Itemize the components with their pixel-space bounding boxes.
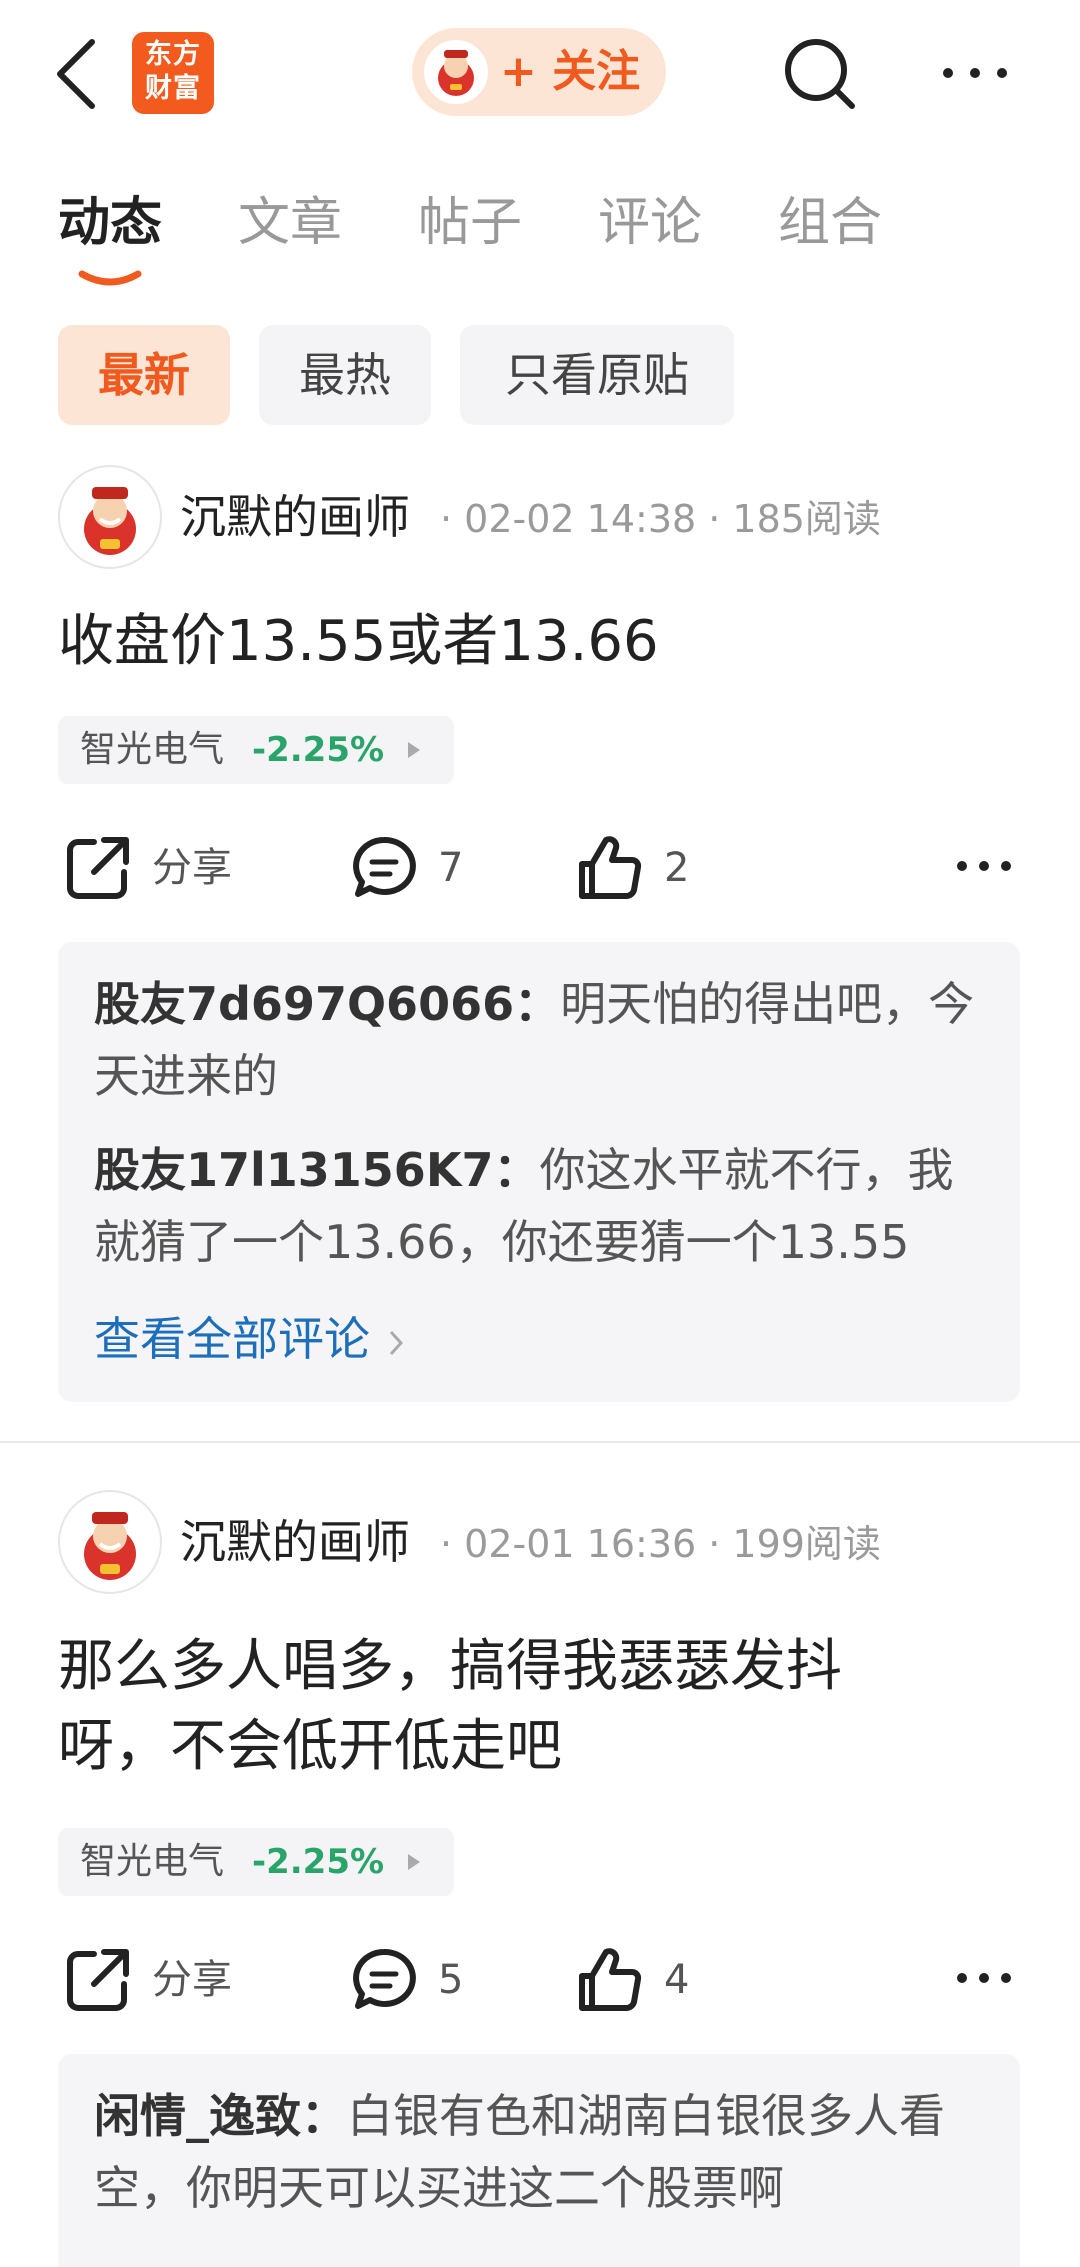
comment-count: 7 (438, 845, 464, 891)
filter-hot[interactable]: 最热 (259, 325, 431, 425)
app-logo: 东方 财富 (132, 32, 214, 114)
post-meta: · 02-01 16:36 · 199阅读 (440, 1522, 881, 1566)
post-text[interactable]: 收盘价13.55或者13.66 (58, 602, 1008, 682)
logo-text-line2: 财富 (145, 73, 201, 104)
comment-separator: ： (493, 1143, 540, 1197)
more-options-icon[interactable] (940, 58, 1010, 88)
chevron-right-icon (408, 1854, 420, 1870)
filter-original-only[interactable]: 只看原贴 (460, 325, 734, 425)
stock-change: -2.25% (252, 1842, 385, 1882)
author-name[interactable]: 沉默的画师 (180, 487, 410, 547)
share-icon (67, 1949, 129, 2011)
post-meta: · 02-02 14:38 · 185阅读 (440, 497, 881, 541)
follow-avatar (424, 40, 488, 104)
stock-tag[interactable]: 智光电气 -2.25% (58, 1828, 454, 1896)
view-all-label: 查看全部评论 (94, 1312, 370, 1366)
filter-latest[interactable]: 最新 (58, 325, 230, 425)
stock-name: 智光电气 (80, 729, 225, 770)
like-button[interactable]: 2 (576, 828, 696, 908)
follow-label: + 关注 (500, 46, 641, 97)
search-icon[interactable] (780, 34, 860, 114)
avatar[interactable] (58, 465, 162, 569)
active-tab-underline (78, 270, 142, 286)
avatar[interactable] (58, 1490, 162, 1594)
follow-button[interactable]: + 关注 (412, 28, 666, 116)
filter-chips: 最新 最热 只看原贴 (0, 325, 1080, 425)
share-button[interactable]: 分享 (64, 1940, 264, 2020)
like-count: 2 (664, 845, 690, 891)
comment-item[interactable]: 闲情_逸致：白银有色和湖南白银很多人看空，你明天可以买进这二个股票啊 (94, 2080, 994, 2224)
author-name[interactable]: 沉默的画师 (180, 1512, 410, 1572)
thumbs-up-icon (579, 1948, 642, 2011)
back-icon[interactable] (52, 38, 102, 110)
tab-dynamics[interactable]: 动态 (58, 188, 162, 258)
post-text[interactable]: 那么多人唱多，搞得我瑟瑟发抖呀，不会低开低走吧 (58, 1627, 938, 1787)
post-divider (0, 1441, 1080, 1443)
comment-separator: ： (301, 2089, 347, 2143)
stock-tag[interactable]: 智光电气 -2.25% (58, 716, 454, 784)
like-button[interactable]: 4 (576, 1940, 696, 2020)
tab-portfolios[interactable]: 组合 (778, 188, 882, 258)
comment-user[interactable]: 股友17l13156K7 (94, 1143, 493, 1197)
comment-separator: ： (514, 977, 561, 1031)
share-label: 分享 (152, 845, 232, 891)
comment-button[interactable]: 7 (350, 828, 470, 908)
stock-name: 智光电气 (80, 1841, 225, 1882)
comment-user[interactable]: 股友7d697Q6066 (94, 977, 514, 1031)
comment-icon (353, 836, 416, 897)
logo-text-line1: 东方 (145, 39, 201, 70)
share-button[interactable]: 分享 (64, 828, 264, 908)
chevron-right-icon (408, 742, 420, 758)
post-more-icon[interactable] (956, 856, 1012, 876)
profile-tabs: 动态 文章 帖子 评论 组合 (0, 180, 1080, 300)
view-all-comments-link[interactable]: 查看全部评论 (94, 1304, 407, 1374)
comment-preview: 闲情_逸致：白银有色和湖南白银很多人看空，你明天可以买进这二个股票啊 (58, 2054, 1020, 2267)
comment-count: 5 (438, 1957, 464, 2003)
post-more-icon[interactable] (956, 1968, 1012, 1988)
comment-button[interactable]: 5 (350, 1940, 470, 2020)
comment-preview: 股友7d697Q6066：明天怕的得出吧，今天进来的 股友17l13156K7：… (58, 942, 1020, 1402)
chevron-right-icon (389, 1330, 403, 1355)
share-label: 分享 (152, 1957, 232, 2003)
like-count: 4 (664, 1957, 690, 2003)
comment-icon (353, 1948, 416, 2009)
tab-comments[interactable]: 评论 (598, 188, 702, 258)
tab-posts[interactable]: 帖子 (418, 188, 522, 258)
comment-item[interactable]: 股友7d697Q6066：明天怕的得出吧，今天进来的 (94, 968, 994, 1112)
thumbs-up-icon (579, 836, 642, 899)
share-icon (67, 837, 129, 899)
stock-change: -2.25% (252, 730, 385, 770)
comment-item[interactable]: 股友17l13156K7：你这水平就不行，我就猜了一个13.66，你还要猜一个1… (94, 1134, 994, 1278)
comment-user[interactable]: 闲情_逸致 (94, 2089, 301, 2143)
tab-articles[interactable]: 文章 (238, 188, 342, 258)
top-bar: 东方 财富 + 关注 (0, 0, 1080, 150)
